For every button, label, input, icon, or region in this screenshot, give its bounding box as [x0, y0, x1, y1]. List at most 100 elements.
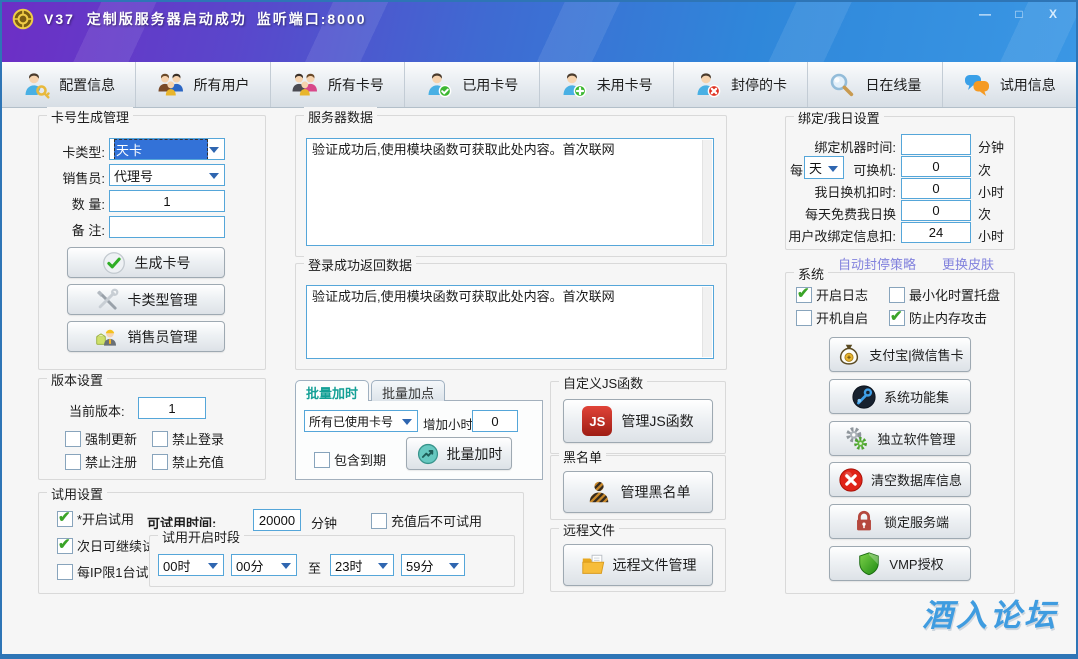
free-swap-input[interactable]: [901, 200, 971, 221]
trial-start-minute-select[interactable]: 00分: [231, 554, 297, 576]
bind-time-input[interactable]: [901, 134, 971, 155]
forbid-recharge-checkbox[interactable]: 禁止充值: [152, 452, 224, 471]
salesman-manage-button[interactable]: 销售员管理: [67, 321, 225, 352]
generate-cards-button[interactable]: 生成卡号: [67, 247, 225, 278]
auto-ban-policy-link[interactable]: 自动封停策略: [838, 254, 916, 273]
trial-start-hour-select[interactable]: 00时: [158, 554, 224, 576]
salesman-select[interactable]: 代理号: [109, 164, 225, 186]
toolbar-banned-cards-button[interactable]: 封停的卡: [674, 62, 808, 107]
maximize-button[interactable]: □: [1006, 5, 1032, 23]
trial-end-minute-select[interactable]: 59分: [401, 554, 465, 576]
clear-database-button[interactable]: 清空数据库信息: [829, 462, 971, 497]
checkbox-box[interactable]: [889, 310, 905, 326]
remote-files-group: 远程文件 远程文件管理: [550, 528, 726, 592]
version-settings-group: 版本设置 当前版本: 强制更新 禁止登录 禁止注册 禁止充值: [38, 378, 266, 480]
toolbar-all-users-button[interactable]: 所有用户: [136, 62, 270, 107]
toolbar-button-label: 所有用户: [194, 75, 250, 95]
checkbox-box[interactable]: [57, 564, 73, 580]
rebind-deduct-input[interactable]: [901, 222, 971, 243]
limit-per-ip-checkbox[interactable]: 每IP限1台试用: [57, 562, 162, 581]
batch-apply-button[interactable]: 批量加时: [406, 437, 512, 470]
checkbox-box[interactable]: [65, 431, 81, 447]
scrollbar[interactable]: [702, 140, 712, 244]
checkbox-box[interactable]: [796, 287, 812, 303]
trial-time-input[interactable]: [253, 509, 301, 531]
vmp-auth-button[interactable]: VMP授权: [829, 546, 971, 581]
enable-log-checkbox[interactable]: 开启日志: [796, 285, 868, 304]
tab-batch-add-time[interactable]: 批量加时: [295, 380, 369, 401]
toolbar-button-label: 未用卡号: [597, 75, 653, 95]
button-label: 管理黑名单: [621, 482, 691, 502]
remark-input[interactable]: [109, 216, 225, 238]
system-functions-button[interactable]: 系统功能集: [829, 379, 971, 414]
trial-end-hour-select[interactable]: 23时: [330, 554, 394, 576]
manage-js-button[interactable]: JS 管理JS函数: [563, 399, 713, 443]
toolbar-all-cards-button[interactable]: 所有卡号: [271, 62, 405, 107]
checkbox-label: 强制更新: [85, 429, 137, 448]
card-type-value: 天卡: [114, 139, 208, 160]
toolbar-unused-cards-button[interactable]: 未用卡号: [540, 62, 674, 107]
manage-blacklist-button[interactable]: 管理黑名单: [563, 471, 713, 513]
lock-icon: [851, 509, 877, 535]
per-unit-select[interactable]: 天: [804, 156, 844, 179]
toolbar-used-cards-button[interactable]: 已用卡号: [405, 62, 539, 107]
checkbox-box[interactable]: [371, 513, 387, 529]
toolbar-config-button[interactable]: 配置信息: [2, 62, 136, 107]
add-hours-input[interactable]: [472, 410, 518, 432]
card-type-manage-button[interactable]: 卡类型管理: [67, 284, 225, 315]
minimize-to-tray-checkbox[interactable]: 最小化时置托盘: [889, 285, 1000, 304]
checkbox-box[interactable]: [57, 538, 73, 554]
batch-tabs: 批量加时 批量加点 所有已使用卡号 增加小时: 包含到期 批量加时: [295, 380, 543, 480]
checkbox-box[interactable]: [65, 454, 81, 470]
swap-count-input[interactable]: [901, 156, 971, 177]
force-update-checkbox[interactable]: 强制更新: [65, 429, 137, 448]
prevent-memory-attack-checkbox[interactable]: 防止内存攻击: [889, 308, 987, 327]
per-prefix-label: 每: [790, 160, 803, 179]
enable-trial-checkbox[interactable]: *开启试用: [57, 509, 134, 528]
chevron-down-icon: [449, 563, 459, 569]
swap-deduct-input[interactable]: [901, 178, 971, 199]
app-window: V37 定制版服务器启动成功 监听端口:8000 — □ X 配置信息 所有用户…: [0, 0, 1078, 659]
batch-scope-select[interactable]: 所有已使用卡号: [304, 410, 418, 432]
server-data-textarea[interactable]: 验证成功后,使用模块函数可获取此处内容。首次联网: [306, 138, 714, 246]
js-functions-group: 自定义JS函数 JS 管理JS函数: [550, 381, 726, 454]
toolbar-trial-info-button[interactable]: 试用信息: [943, 62, 1076, 107]
trial-period-group: 试用开启时段 00时 00分 至 23时 59分: [149, 535, 515, 587]
chevron-down-icon: [209, 147, 219, 153]
tab-batch-add-points[interactable]: 批量加点: [371, 380, 445, 401]
change-skin-link[interactable]: 更换皮肤: [942, 254, 994, 273]
standalone-software-button[interactable]: 独立软件管理: [829, 421, 971, 456]
checkbox-box[interactable]: [796, 310, 812, 326]
checkbox-box[interactable]: [314, 452, 330, 468]
login-return-textarea[interactable]: 验证成功后,使用模块函数可获取此处内容。首次联网: [306, 285, 714, 359]
no-trial-after-recharge-checkbox[interactable]: 充值后不可试用: [371, 511, 482, 530]
quantity-input[interactable]: [109, 190, 225, 212]
close-button[interactable]: X: [1040, 5, 1066, 23]
checkbox-box[interactable]: [889, 287, 905, 303]
scrollbar[interactable]: [702, 287, 712, 357]
app-logo-icon: [12, 8, 34, 30]
pay-sell-cards-button[interactable]: 支付宝|微信售卡: [829, 337, 971, 372]
remote-files-button[interactable]: 远程文件管理: [563, 544, 713, 586]
card-type-select[interactable]: 天卡: [109, 138, 225, 160]
checkbox-box[interactable]: [152, 454, 168, 470]
money-bag-icon: [836, 342, 862, 368]
auto-start-checkbox[interactable]: 开机自启: [796, 308, 868, 327]
checkbox-box[interactable]: [152, 431, 168, 447]
lock-server-button[interactable]: 锁定服务端: [829, 504, 971, 539]
checkbox-box[interactable]: [57, 511, 73, 527]
include-expired-checkbox[interactable]: 包含到期: [314, 450, 386, 469]
minimize-button[interactable]: —: [972, 5, 998, 23]
button-label: 管理JS函数: [621, 411, 693, 431]
chevron-down-icon: [402, 419, 412, 425]
group-title: 试用设置: [47, 484, 107, 503]
forbid-login-checkbox[interactable]: 禁止登录: [152, 429, 224, 448]
current-version-input[interactable]: [138, 397, 206, 419]
login-return-group: 登录成功返回数据 验证成功后,使用模块函数可获取此处内容。首次联网: [295, 263, 727, 370]
button-label: 锁定服务端: [884, 512, 949, 531]
magnifier-icon: [828, 71, 856, 99]
toolbar-daily-online-button[interactable]: 日在线量: [808, 62, 942, 107]
group-title: 版本设置: [47, 370, 107, 389]
forbid-register-checkbox[interactable]: 禁止注册: [65, 452, 137, 471]
users-icon: [157, 71, 185, 99]
